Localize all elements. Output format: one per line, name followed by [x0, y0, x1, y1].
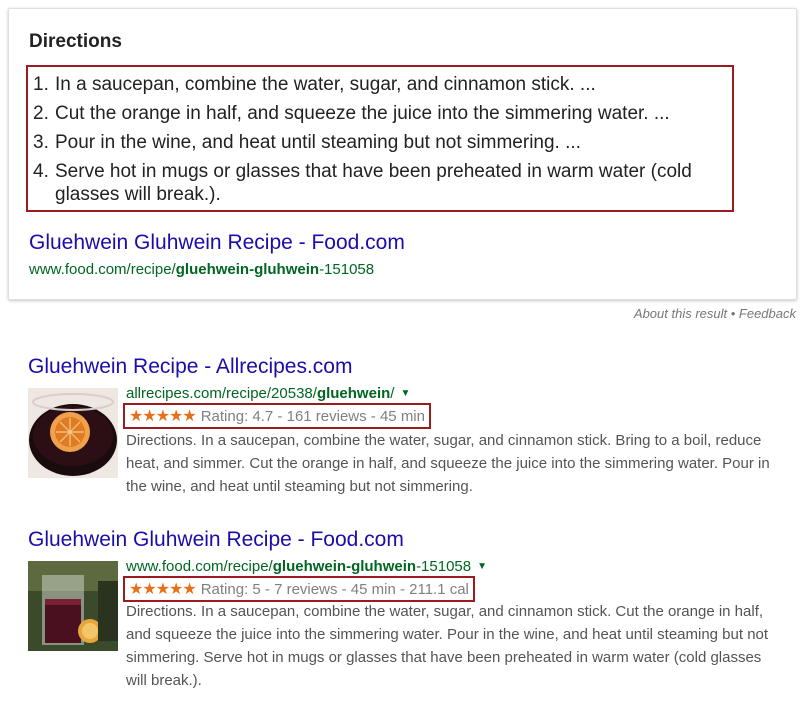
- step-text: Cut the orange in half, and squeeze the …: [55, 103, 670, 124]
- mulled-wine-glass-image: [28, 561, 118, 651]
- url-suffix: -151058: [416, 558, 472, 575]
- step-number: 4.: [33, 161, 49, 182]
- featured-result-link[interactable]: Gluehwein Gluhwein Recipe - Food.com: [29, 231, 405, 255]
- step-number: 2.: [33, 103, 49, 124]
- url-prefix: www.food.com/recipe/: [29, 261, 176, 278]
- about-this-result-link[interactable]: About this result: [634, 306, 727, 321]
- directions-highlight-box: 1. In a saucepan, combine the water, sug…: [26, 65, 734, 212]
- rating-highlight-box: ★★★★★ Rating: 4.7 - 161 reviews - 45 min: [123, 403, 431, 429]
- url-prefix: allrecipes.com/recipe/20538/: [126, 385, 317, 402]
- result-snippet: Directions. In a saucepan, combine the w…: [126, 432, 770, 495]
- url-prefix: www.food.com/recipe/: [126, 558, 273, 575]
- separator: •: [727, 306, 739, 321]
- rating-text: Rating: 5 - 7 reviews - 45 min - 211.1 c…: [200, 580, 469, 598]
- url-suffix: /: [390, 385, 395, 402]
- step-number: 1.: [33, 74, 49, 95]
- result-snippet: Directions. In a saucepan, combine the w…: [126, 603, 769, 689]
- result-url: www.food.com/recipe/gluehwein-gluhwein-1…: [126, 558, 487, 575]
- star-rating-icon: ★★★★★: [129, 581, 197, 598]
- url-suffix: -151058: [319, 261, 375, 278]
- chevron-down-icon[interactable]: ▼: [477, 561, 487, 572]
- url-bold: gluehwein: [316, 385, 391, 402]
- feedback-row: About this result • Feedback: [634, 306, 796, 321]
- featured-result-url: www.food.com/recipe/gluehwein-gluhwein-1…: [29, 261, 374, 278]
- step-text: Pour in the wine, and heat until steamin…: [55, 132, 581, 153]
- url-bold: gluehwein-gluhwein: [272, 558, 417, 575]
- direction-step: 1. In a saucepan, combine the water, sug…: [33, 73, 723, 96]
- star-rating-icon: ★★★★★: [129, 408, 197, 425]
- direction-step: 3. Pour in the wine, and heat until stea…: [33, 131, 723, 154]
- directions-heading: Directions: [29, 31, 122, 52]
- result-url: allrecipes.com/recipe/20538/gluehwein/ ▼: [126, 385, 410, 402]
- step-text: Serve hot in mugs or glasses that have b…: [55, 161, 692, 205]
- step-number: 3.: [33, 132, 49, 153]
- direction-step: 2. Cut the orange in half, and squeeze t…: [33, 102, 723, 125]
- result-thumbnail[interactable]: [28, 561, 118, 651]
- step-text: In a saucepan, combine the water, sugar,…: [55, 74, 596, 95]
- direction-step: 4. Serve hot in mugs or glasses that hav…: [33, 160, 723, 206]
- url-bold: gluehwein-gluhwein: [175, 261, 320, 278]
- rating-text: Rating: 4.7 - 161 reviews - 45 min: [200, 407, 425, 425]
- result-thumbnail[interactable]: [28, 388, 118, 478]
- chevron-down-icon[interactable]: ▼: [400, 388, 410, 399]
- mulled-wine-image: [28, 388, 118, 478]
- result-title-link[interactable]: Gluehwein Recipe - Allrecipes.com: [28, 355, 352, 379]
- rating-highlight-box: ★★★★★ Rating: 5 - 7 reviews - 45 min - 2…: [123, 576, 475, 602]
- featured-snippet-card: Directions 1. In a saucepan, combine the…: [8, 8, 797, 300]
- result-title-link[interactable]: Gluehwein Gluhwein Recipe - Food.com: [28, 528, 404, 552]
- feedback-link[interactable]: Feedback: [739, 306, 796, 321]
